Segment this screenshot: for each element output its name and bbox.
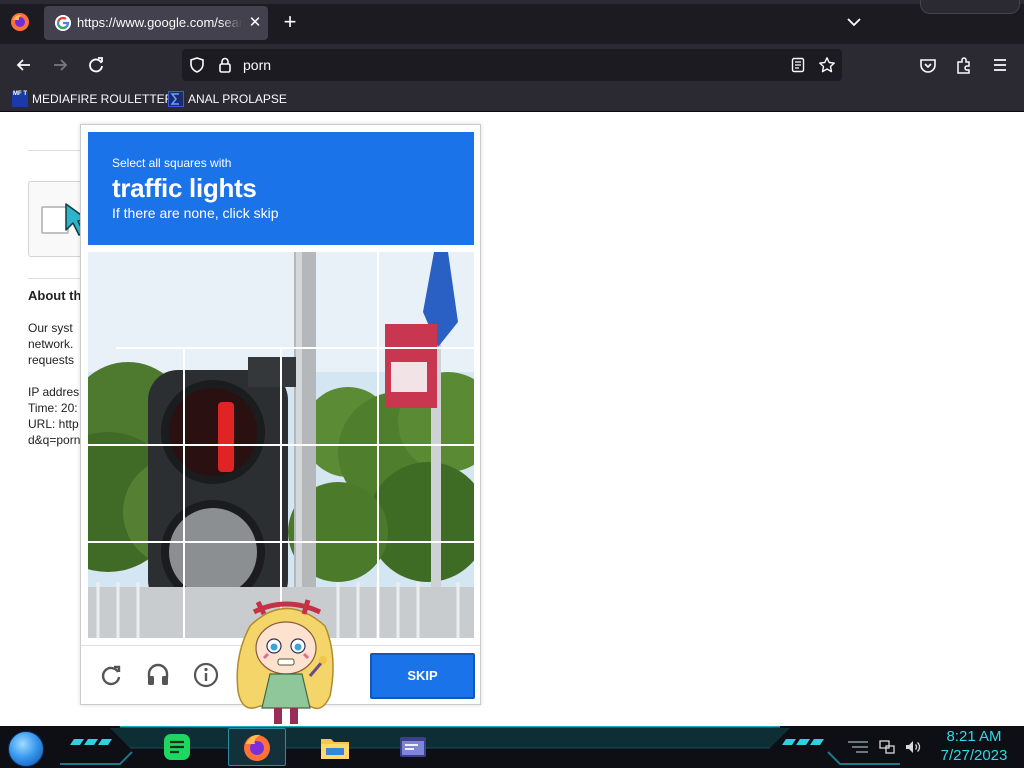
window-app-icon[interactable] bbox=[396, 730, 430, 764]
info-text-line: d&q=porn bbox=[28, 433, 81, 447]
skip-button[interactable]: SKIP bbox=[370, 653, 475, 699]
captcha-tile[interactable] bbox=[185, 349, 281, 445]
divider bbox=[28, 278, 88, 279]
bookmark-second[interactable]: ANAL PROLAPSE bbox=[168, 90, 287, 108]
window-decoration bbox=[920, 0, 1020, 14]
tab-bar: https://www.google.com/search?q=porn ✕ + bbox=[0, 0, 1024, 44]
google-favicon-icon bbox=[55, 15, 71, 31]
captcha-tile[interactable] bbox=[185, 252, 281, 348]
captcha-tile[interactable] bbox=[282, 349, 378, 445]
clock-time[interactable]: 8:21 AM bbox=[934, 728, 1014, 745]
address-text: porn bbox=[243, 57, 272, 73]
captcha-tile[interactable] bbox=[379, 252, 474, 348]
info-text-line: URL: http bbox=[28, 417, 79, 431]
cartoon-character-sticker bbox=[236, 599, 334, 724]
firefox-menu-icon[interactable] bbox=[10, 12, 30, 32]
volume-icon[interactable] bbox=[904, 738, 922, 756]
taskbar: 8:21 AM 7/27/2023 bbox=[0, 726, 1024, 768]
body-text-line: requests bbox=[28, 353, 75, 367]
back-icon[interactable] bbox=[14, 55, 34, 75]
tab-close-icon[interactable]: ✕ bbox=[246, 14, 264, 32]
about-heading: About th bbox=[28, 288, 82, 303]
forward-icon[interactable] bbox=[50, 55, 70, 75]
captcha-tile[interactable] bbox=[379, 543, 474, 638]
reload-challenge-icon[interactable] bbox=[97, 661, 125, 689]
captcha-tile[interactable] bbox=[88, 252, 184, 348]
lock-icon[interactable] bbox=[217, 56, 233, 74]
captcha-tile[interactable] bbox=[88, 543, 184, 638]
chevron-down-icon[interactable] bbox=[844, 12, 864, 32]
body-text-line: network. bbox=[28, 337, 74, 351]
taskbar-decoration bbox=[60, 726, 900, 765]
captcha-tile[interactable] bbox=[88, 446, 184, 542]
navigation-toolbar: porn bbox=[0, 44, 1024, 86]
captcha-tile[interactable] bbox=[379, 446, 474, 542]
reader-view-icon[interactable] bbox=[790, 57, 806, 73]
network-icon[interactable] bbox=[878, 738, 896, 756]
instruction-text: Select all squares with bbox=[112, 156, 232, 170]
reload-icon[interactable] bbox=[86, 55, 106, 75]
info-text-line: Time: 20: bbox=[28, 401, 78, 415]
captcha-instructions: Select all squares with traffic lights I… bbox=[88, 132, 474, 245]
extensions-icon[interactable] bbox=[954, 55, 974, 75]
bookmark-label: ANAL PROLAPSE bbox=[188, 92, 287, 106]
audio-challenge-icon[interactable] bbox=[144, 661, 172, 689]
captcha-tile[interactable] bbox=[379, 349, 474, 445]
captcha-tile[interactable] bbox=[282, 446, 378, 542]
target-object-text: traffic lights bbox=[112, 173, 257, 203]
hamburger-menu-icon[interactable] bbox=[990, 55, 1010, 75]
info-text-line: IP addres bbox=[28, 385, 80, 399]
tab-title: https://www.google.com/search?q=porn bbox=[77, 15, 242, 31]
divider bbox=[28, 150, 88, 151]
notes-app-icon[interactable] bbox=[160, 730, 194, 764]
bookmark-mediafire[interactable]: MF T MEDIAFIRE ROULETTER bbox=[12, 90, 173, 108]
shield-icon[interactable] bbox=[188, 56, 206, 74]
instruction-subtext: If there are none, click skip bbox=[112, 205, 279, 221]
new-tab-icon[interactable]: + bbox=[280, 11, 300, 33]
bookmarks-toolbar: MF T MEDIAFIRE ROULETTER ANAL PROLAPSE bbox=[0, 86, 1024, 112]
captcha-tile[interactable] bbox=[185, 446, 281, 542]
firefox-icon[interactable] bbox=[240, 730, 274, 764]
captcha-image-grid bbox=[88, 252, 474, 638]
pocket-icon[interactable] bbox=[918, 55, 938, 75]
body-text-line: Our syst bbox=[28, 321, 73, 335]
address-bar[interactable]: porn bbox=[182, 49, 842, 81]
captcha-tile[interactable] bbox=[88, 349, 184, 445]
clock-date[interactable]: 7/27/2023 bbox=[934, 747, 1014, 764]
start-button[interactable] bbox=[8, 731, 44, 767]
page-content: About th Our syst network. requests IP a… bbox=[0, 112, 1024, 726]
file-explorer-icon[interactable] bbox=[318, 730, 352, 764]
mediafire-bookmark-icon: MF T bbox=[12, 91, 28, 107]
sigma-bookmark-icon bbox=[168, 91, 184, 107]
bookmark-star-icon[interactable] bbox=[818, 56, 836, 74]
tab-google-search[interactable]: https://www.google.com/search?q=porn ✕ bbox=[44, 6, 268, 40]
info-icon[interactable] bbox=[192, 661, 220, 689]
captcha-tile[interactable] bbox=[282, 252, 378, 348]
bookmark-label: MEDIAFIRE ROULETTER bbox=[32, 92, 174, 106]
